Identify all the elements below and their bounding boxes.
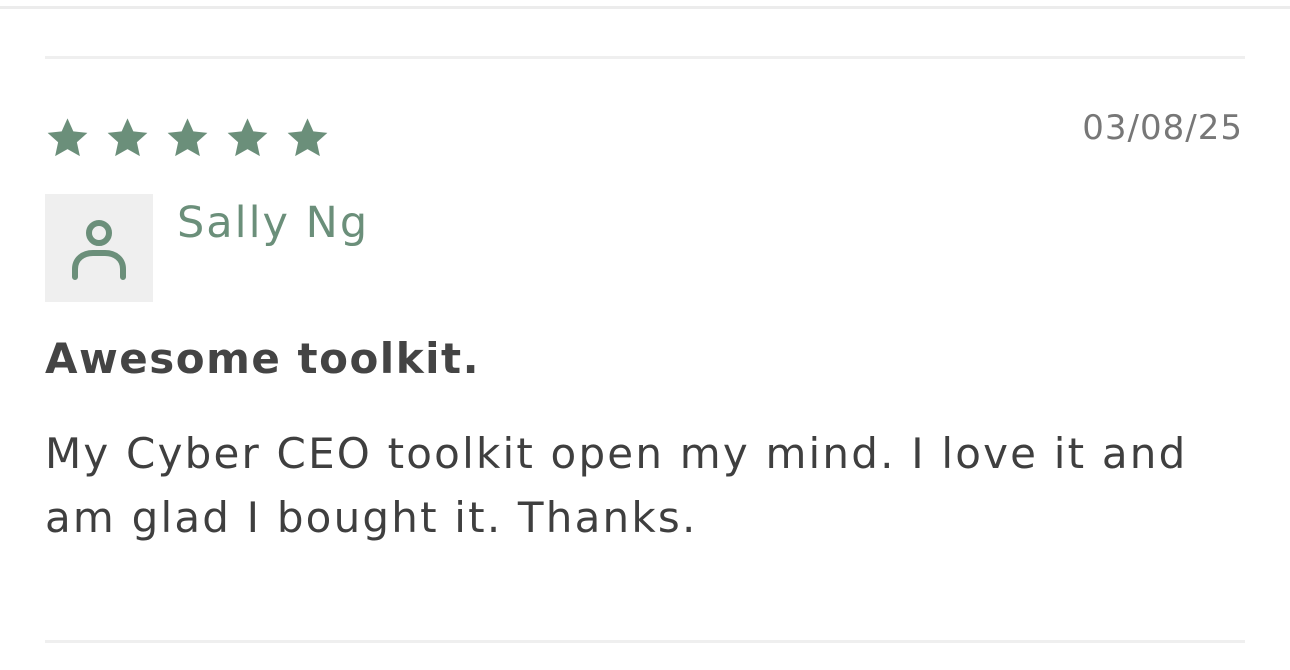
author-name: Sally Ng bbox=[177, 198, 370, 248]
star-rating bbox=[45, 114, 330, 161]
star-icon bbox=[47, 118, 88, 157]
star-icon bbox=[287, 118, 328, 157]
review-date: 03/08/25 bbox=[1082, 108, 1243, 148]
avatar bbox=[45, 194, 153, 302]
user-icon bbox=[72, 220, 126, 280]
review-card: 03/08/25 Sally Ng Awesome toolkit. My Cy… bbox=[45, 0, 1245, 670]
divider-bottom bbox=[45, 640, 1245, 643]
star-icon bbox=[227, 118, 268, 157]
review-title: Awesome toolkit. bbox=[45, 334, 481, 383]
review-body: My Cyber CEO toolkit open my mind. I lov… bbox=[45, 429, 1188, 542]
star-icon bbox=[107, 118, 148, 157]
star-icon bbox=[167, 118, 208, 157]
